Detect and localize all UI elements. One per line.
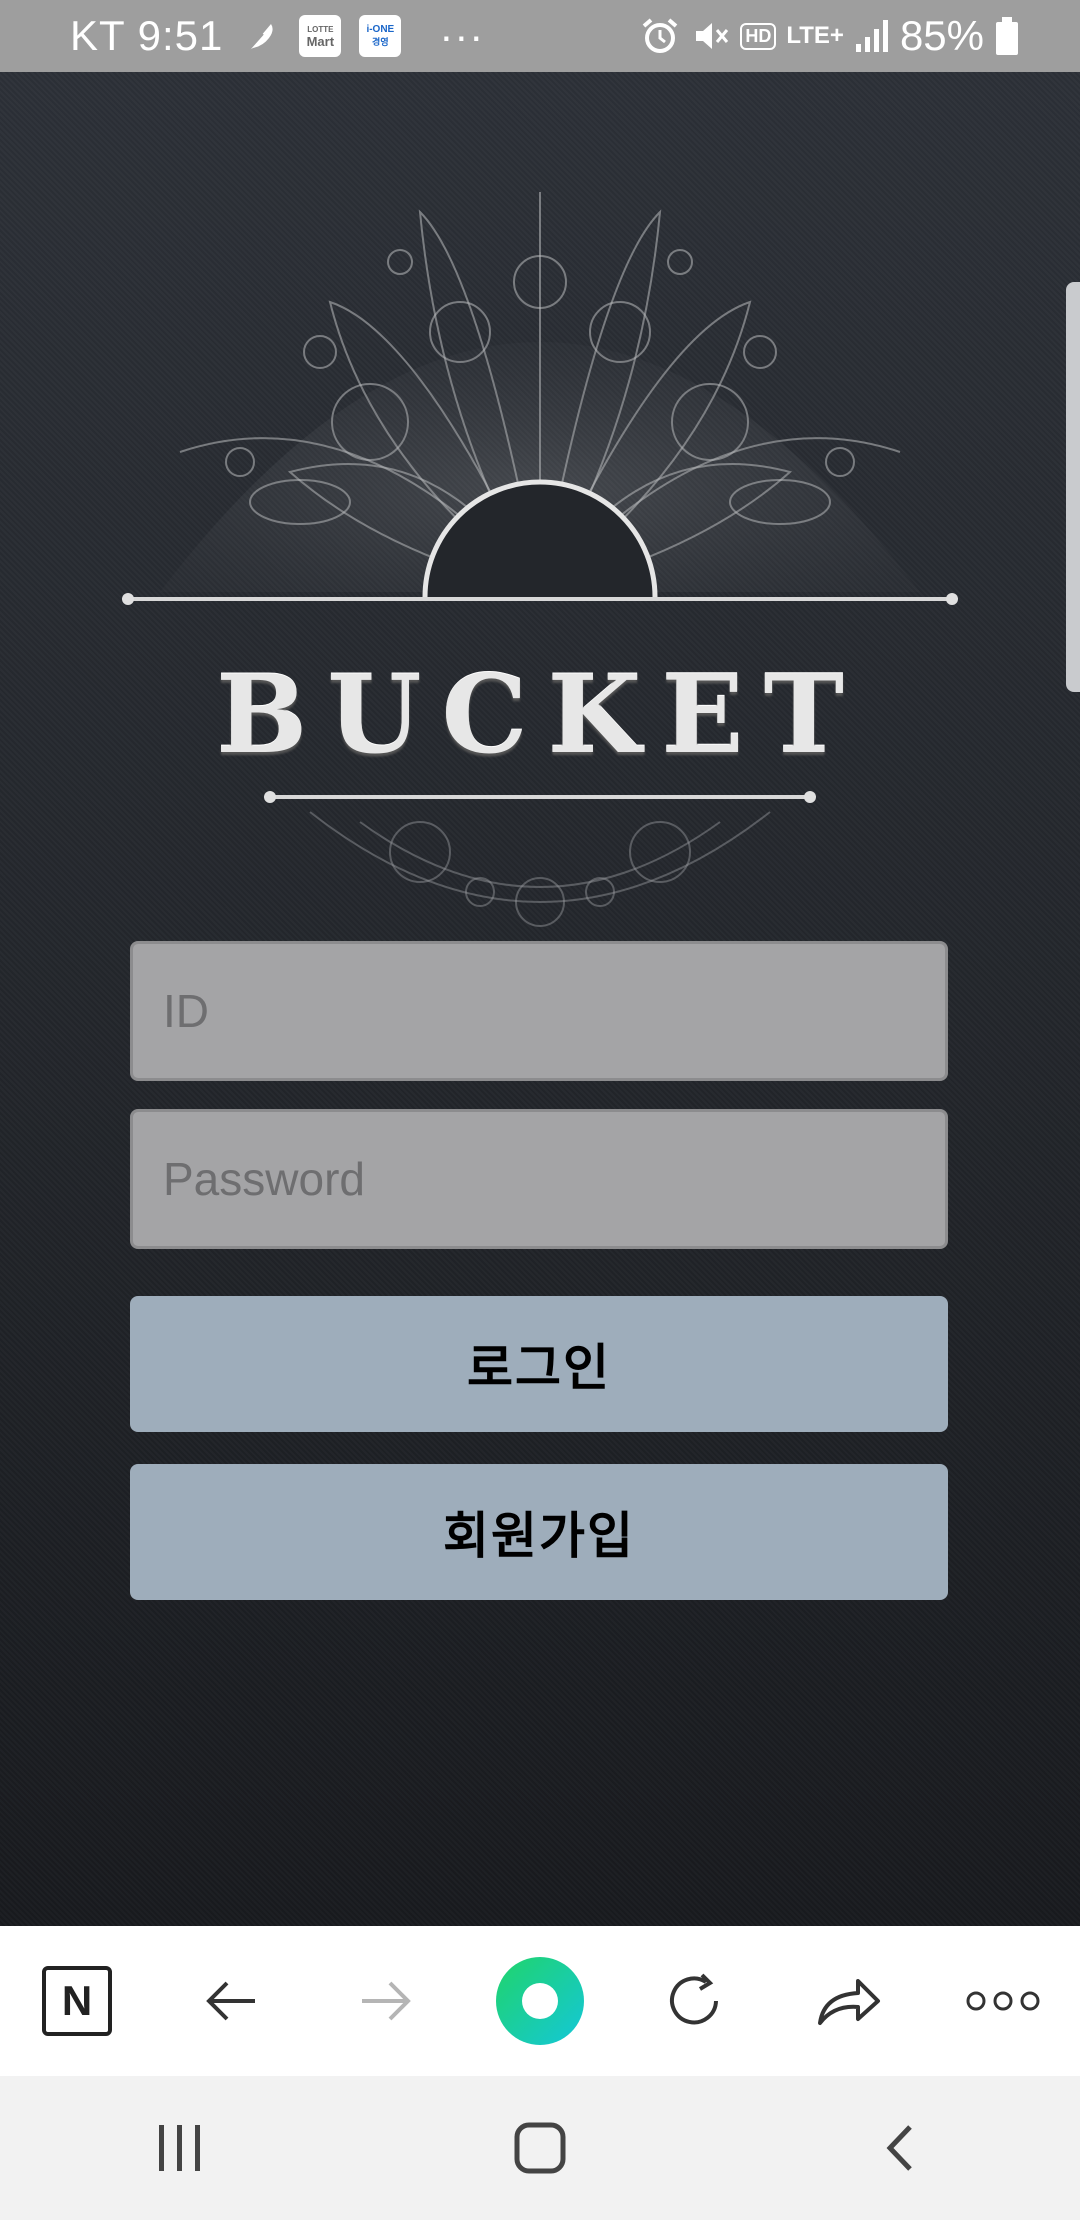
ione-badge: i-ONE 경영 <box>359 15 402 57</box>
carrier-time: KT 9:51 <box>70 12 224 59</box>
naver-home-icon[interactable]: N <box>17 1941 137 2061</box>
back-arrow-icon[interactable] <box>171 1941 291 2061</box>
recents-icon[interactable] <box>120 2088 240 2208</box>
login-button[interactable]: 로그인 <box>130 1296 948 1432</box>
hd-voice-icon: HD <box>740 22 777 50</box>
status-left: KT 9:51 LOTTE Mart i-ONE 경영 ··· <box>70 0 484 72</box>
share-icon[interactable] <box>789 1941 909 2061</box>
refresh-icon[interactable] <box>634 1941 754 2061</box>
battery-percent: 85% <box>899 12 984 59</box>
status-bar: KT 9:51 LOTTE Mart i-ONE 경영 ··· HD LTE+ … <box>0 0 1080 72</box>
forward-arrow-icon[interactable] <box>326 1941 446 2061</box>
brand-wordmark: BUCKET <box>216 652 864 778</box>
network-type: LTE+ <box>786 22 844 49</box>
lace-ornament-icon <box>122 192 958 927</box>
web-content: BUCKET 로그인 회원가입 <box>0 72 1080 1926</box>
signal-icon <box>854 16 890 56</box>
feather-icon <box>241 16 281 56</box>
more-icon[interactable] <box>943 1941 1063 2061</box>
ione-badge-line2: 경영 <box>372 37 389 47</box>
alarm-icon <box>640 16 680 56</box>
bucket-logo: BUCKET <box>120 132 960 972</box>
lotte-mart-badge: LOTTE Mart <box>299 15 342 57</box>
scrollbar[interactable] <box>1066 282 1080 692</box>
naver-letter: N <box>62 1977 92 2024</box>
ione-badge-line1: i-ONE <box>366 24 395 35</box>
signup-button[interactable]: 회원가입 <box>130 1464 948 1600</box>
lotte-badge-line2: Mart <box>306 34 335 49</box>
signup-button-label: 회원가입 <box>443 1507 635 1565</box>
status-right: HD LTE+ 85% <box>640 0 1020 72</box>
mute-icon <box>690 16 730 56</box>
battery-icon <box>994 15 1020 57</box>
home-icon[interactable] <box>480 2088 600 2208</box>
more-notifications: ··· <box>439 12 485 59</box>
password-input[interactable] <box>130 1109 948 1249</box>
system-nav-bar <box>0 2076 1080 2220</box>
id-input[interactable] <box>130 941 948 1081</box>
green-dot-icon[interactable] <box>480 1941 600 2061</box>
browser-toolbar: N <box>0 1926 1080 2076</box>
login-button-label: 로그인 <box>467 1339 611 1397</box>
back-icon[interactable] <box>840 2088 960 2208</box>
